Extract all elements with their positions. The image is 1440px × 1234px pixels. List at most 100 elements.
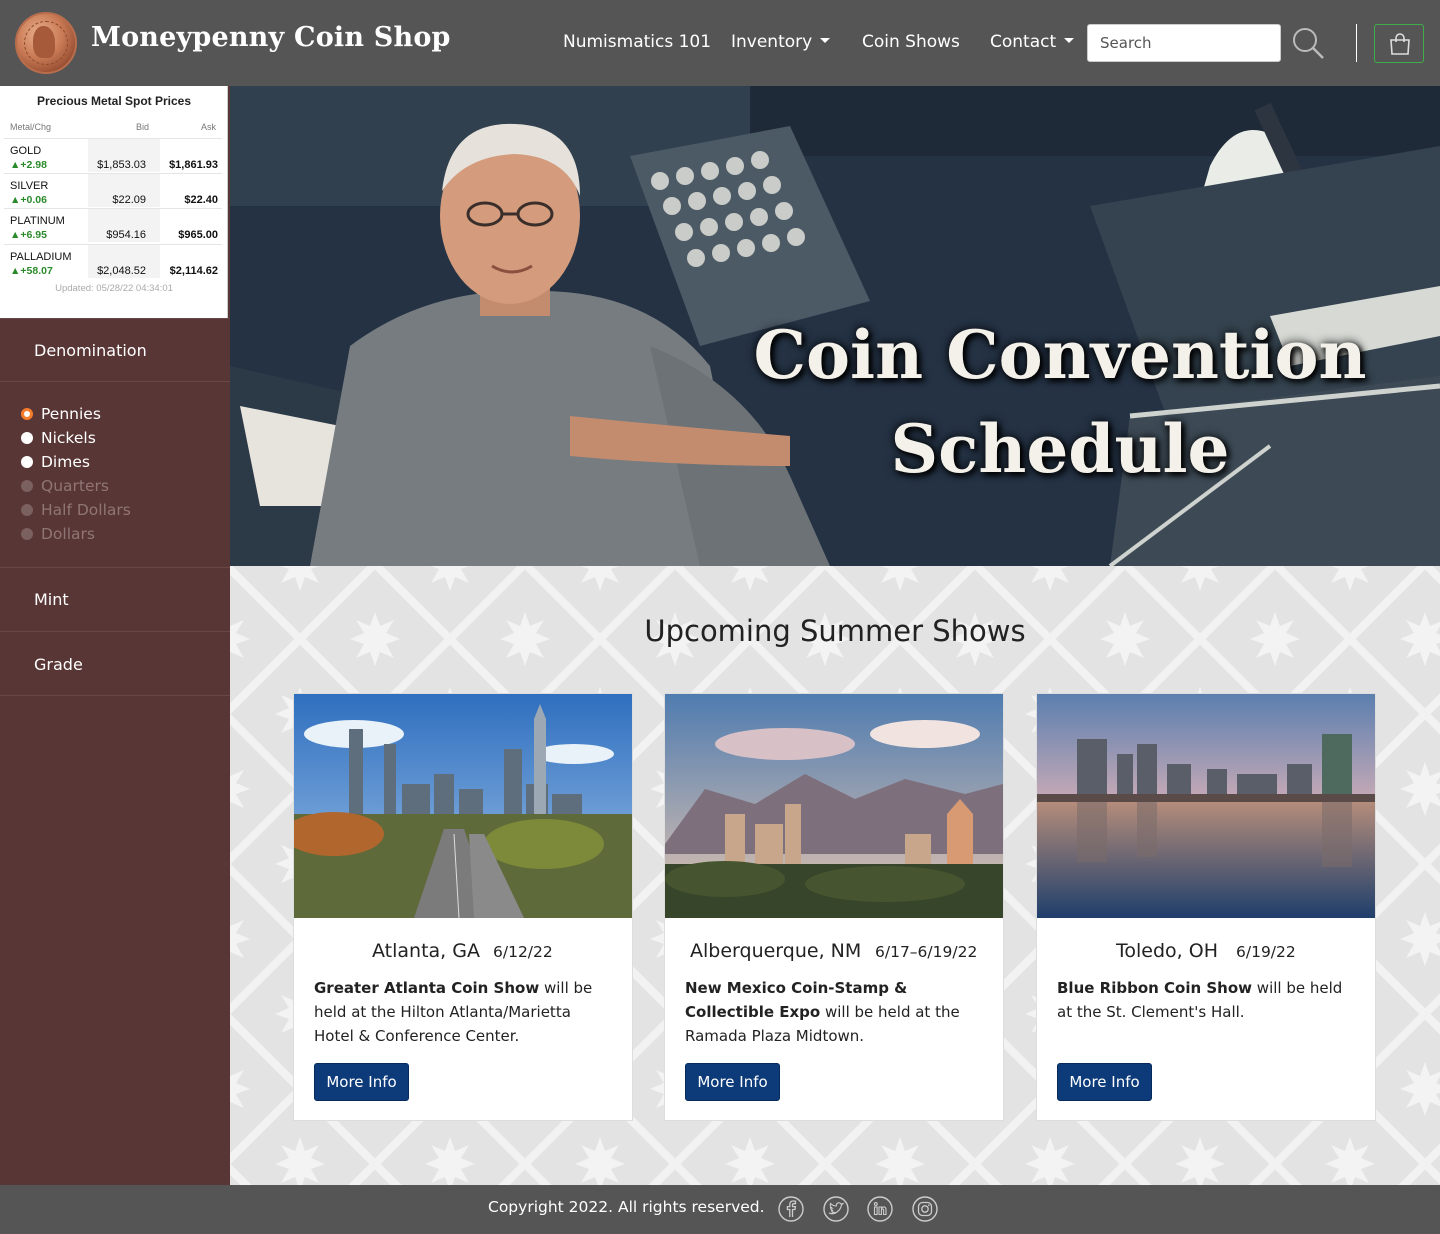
hero-title-line: Schedule (890, 410, 1230, 488)
metal-change: ▲+0.06 (10, 194, 47, 206)
section-title: Upcoming Summer Shows (644, 614, 1026, 648)
card-date: 6/12/22 (493, 943, 553, 961)
spot-row-silver: SILVER ▲+0.06 $22.09 $22.40 (4, 173, 222, 207)
mint-heading: Mint (34, 590, 69, 609)
site-footer: Copyright 2022. All rights reserved. (0, 1185, 1440, 1234)
mint-section-toggle[interactable]: Mint (0, 567, 230, 631)
site-header: Moneypenny Coin Shop Numismatics 101 Inv… (0, 0, 1440, 86)
caret-down-icon (1064, 38, 1075, 43)
search-icon[interactable] (1292, 27, 1326, 61)
penny-logo-icon[interactable] (15, 12, 77, 74)
metal-name: PALLADIUM (10, 251, 72, 263)
show-name: Blue Ribbon Coin Show (1057, 979, 1253, 997)
metal-name: GOLD (10, 145, 42, 157)
radio-dollars: Dollars (21, 525, 95, 545)
toledo-skyline-image (1037, 694, 1375, 918)
ask-column-header: Ask (201, 122, 217, 132)
card-city: Alberquerque, NM (690, 940, 862, 962)
metal-name: PLATINUM (10, 215, 65, 227)
spot-row-palladium: PALLADIUM ▲+58.07 $2,048.52 $2,114.62 (4, 244, 222, 278)
nav-inventory-dropdown[interactable]: Inventory (731, 32, 831, 52)
nav-label: Inventory (731, 32, 813, 52)
radio-dimes[interactable]: Dimes (21, 453, 90, 473)
radio-label: Nickels (41, 429, 96, 447)
metal-ask: $22.40 (184, 194, 218, 206)
sidebar: Precious Metal Spot Prices Metal/Chg Bid… (0, 86, 230, 1185)
radio-label: Dollars (41, 525, 95, 543)
radio-label: Pennies (41, 405, 101, 423)
radio-label: Half Dollars (41, 501, 131, 519)
metal-change: ▲+58.07 (10, 265, 53, 277)
card-city: Toledo, OH (1116, 940, 1218, 962)
radio-disabled-icon (21, 480, 33, 492)
more-info-button[interactable]: More Info (314, 1063, 409, 1101)
main-content: Upcoming Summer Shows Atlanta, GA 6/12/2… (230, 566, 1440, 1185)
metal-change: ▲+2.98 (10, 159, 47, 171)
shopping-bag-icon (1390, 33, 1410, 55)
card-description: New Mexico Coin-Stamp & Collectible Expo… (685, 976, 985, 1048)
radio-nickels[interactable]: Nickels (21, 429, 96, 449)
radio-pennies[interactable]: Pennies (21, 405, 101, 425)
nav-divider (1356, 24, 1357, 62)
atlanta-skyline-image (294, 694, 632, 918)
nav-label: Contact (990, 32, 1057, 52)
bid-column-header: Bid (136, 122, 150, 132)
cart-button[interactable] (1374, 24, 1424, 63)
nav-contact-dropdown[interactable]: Contact (990, 32, 1075, 52)
more-info-button[interactable]: More Info (1057, 1063, 1152, 1101)
radio-unchecked-icon (21, 456, 33, 468)
denomination-options: Pennies Nickels Dimes Quarters Half Doll… (0, 381, 230, 567)
radio-disabled-icon (21, 528, 33, 540)
metal-name: SILVER (10, 180, 49, 192)
card-description: Greater Atlanta Coin Show will be held a… (314, 976, 614, 1048)
site-brand[interactable]: Moneypenny Coin Shop (91, 22, 451, 53)
metal-ask: $1,861.93 (169, 159, 218, 171)
radio-quarters: Quarters (21, 477, 109, 497)
metal-column-header: Metal/Chg (10, 122, 52, 132)
denomination-section-toggle[interactable]: Denomination (0, 318, 230, 381)
show-card-toledo: Toledo, OH 6/19/22 Blue Ribbon Coin Show… (1036, 693, 1376, 1121)
spot-price-title: Precious Metal Spot Prices (36, 94, 192, 108)
metal-bid: $954.16 (106, 229, 146, 241)
nav-label: Coin Shows (862, 32, 960, 52)
facebook-icon[interactable] (777, 1195, 805, 1223)
spot-updated-time: Updated: 05/28/22 04:34:01 (55, 283, 173, 294)
instagram-icon[interactable] (911, 1195, 939, 1223)
card-date: 6/17–6/19/22 (875, 943, 978, 961)
card-description: Blue Ribbon Coin Show will be held at th… (1057, 976, 1357, 1024)
show-name: Greater Atlanta Coin Show (314, 979, 540, 997)
card-date: 6/19/22 (1236, 943, 1296, 961)
hero-banner: Coin Convention Schedule (230, 86, 1440, 566)
spot-row-platinum: PLATINUM ▲+6.95 $954.16 $965.00 (4, 208, 222, 242)
nav-label: Numismatics 101 (563, 32, 712, 52)
show-card-alberquerque: Alberquerque, NM 6/17–6/19/22 New Mexico… (664, 693, 1004, 1121)
metal-bid: $22.09 (112, 194, 146, 206)
spot-price-widget: Precious Metal Spot Prices Metal/Chg Bid… (0, 86, 228, 318)
metal-ask: $965.00 (178, 229, 218, 241)
alberquerque-skyline-image (665, 694, 1003, 918)
grade-heading: Grade (34, 655, 83, 674)
metal-bid: $2,048.52 (97, 265, 146, 277)
radio-label: Quarters (41, 477, 109, 495)
nav-coin-shows[interactable]: Coin Shows (862, 32, 960, 52)
radio-label: Dimes (41, 453, 90, 471)
denomination-heading: Denomination (34, 341, 147, 360)
radio-checked-icon (21, 408, 33, 420)
twitter-icon[interactable] (822, 1195, 850, 1223)
show-card-atlanta: Atlanta, GA 6/12/22 Greater Atlanta Coin… (293, 693, 633, 1121)
metal-ask: $2,114.62 (169, 265, 218, 277)
card-city: Atlanta, GA (372, 940, 480, 962)
copyright-text: Copyright 2022. All rights reserved. (488, 1198, 765, 1216)
more-info-button[interactable]: More Info (685, 1063, 780, 1101)
search-input[interactable] (1087, 24, 1281, 62)
spot-price-header: Metal/Chg Bid Ask (4, 122, 222, 136)
radio-half-dollars: Half Dollars (21, 501, 131, 521)
nav-numismatics-101[interactable]: Numismatics 101 (563, 32, 711, 52)
linkedin-icon[interactable] (866, 1195, 894, 1223)
metal-change: ▲+6.95 (10, 229, 47, 241)
radio-unchecked-icon (21, 432, 33, 444)
grade-section-toggle[interactable]: Grade (0, 631, 230, 696)
hero-title: Coin Convention Schedule (700, 308, 1420, 496)
radio-disabled-icon (21, 504, 33, 516)
caret-down-icon (820, 38, 831, 43)
